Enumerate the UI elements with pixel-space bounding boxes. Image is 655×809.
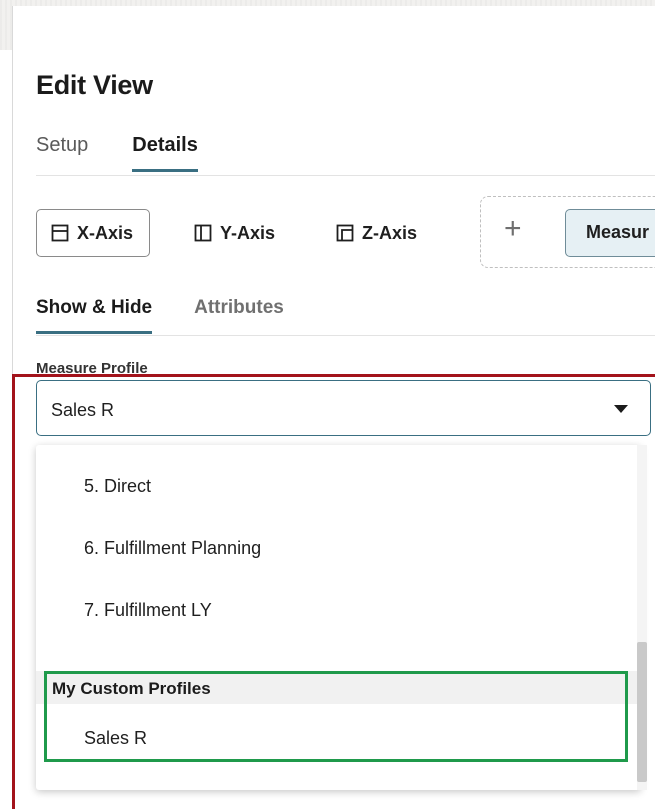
tab-details[interactable]: Details — [132, 134, 198, 172]
dialog-title: Edit View — [36, 70, 153, 100]
subtabs-divider — [36, 335, 655, 336]
dropdown-option[interactable]: 5. Direct — [84, 476, 151, 497]
y-axis-label: Y-Axis — [220, 222, 276, 243]
x-axis-label: X-Axis — [77, 222, 134, 243]
dropdown-option[interactable]: 6. Fulfillment Planning — [84, 538, 261, 559]
plus-icon[interactable]: + — [504, 214, 522, 244]
main-tabs: Setup Details — [36, 134, 198, 172]
z-axis-layout-icon — [336, 224, 354, 242]
caret-down-icon[interactable] — [614, 405, 628, 413]
dropdown-scrollbar-thumb[interactable] — [637, 642, 647, 782]
x-axis-button[interactable]: X-Axis — [36, 209, 151, 257]
tabs-divider — [36, 175, 655, 176]
subtab-attributes[interactable]: Attributes — [194, 297, 284, 334]
tab-setup[interactable]: Setup — [36, 134, 88, 172]
dropdown-option-custom[interactable]: Sales R — [84, 728, 147, 749]
measure-profile-label: Measure Profile — [36, 360, 148, 374]
sub-tabs: Show & Hide Attributes — [36, 297, 284, 334]
z-axis-button[interactable]: Z-Axis — [336, 209, 417, 257]
x-axis-layout-icon — [51, 224, 69, 242]
measure-profile-value: Sales R — [51, 400, 115, 420]
measure-chip[interactable]: Measur — [565, 209, 655, 257]
group-header-label: My Custom Profiles — [52, 679, 211, 698]
subtab-show-hide[interactable]: Show & Hide — [36, 297, 153, 334]
measure-profile-dropdown: 5. Direct 6. Fulfillment Planning 7. Ful… — [36, 445, 641, 790]
z-axis-label: Z-Axis — [362, 222, 418, 243]
custom-profiles-group-header: My Custom Profiles — [36, 671, 641, 704]
y-axis-button[interactable]: Y-Axis — [194, 209, 275, 257]
dropdown-option[interactable]: 7. Fulfillment LY — [84, 600, 212, 621]
measure-profile-select[interactable]: Sales R — [36, 380, 651, 436]
y-axis-layout-icon — [194, 224, 212, 242]
